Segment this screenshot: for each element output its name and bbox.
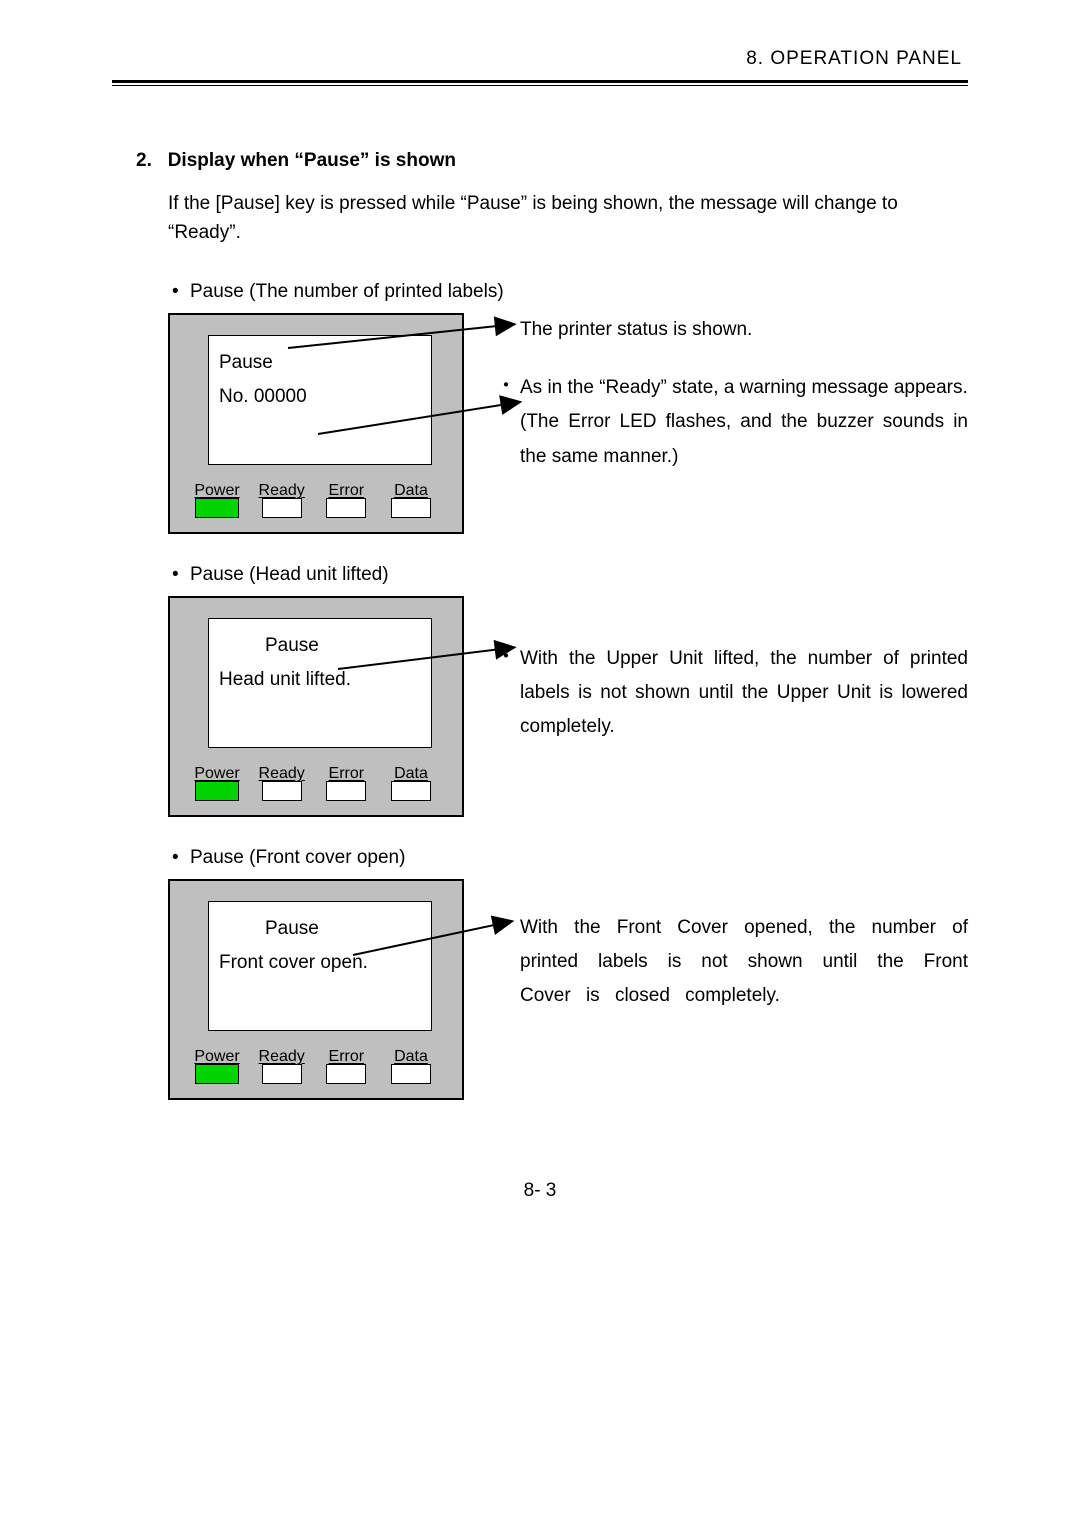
fig1-note2: As in the “Ready” state, a warning messa… xyxy=(520,371,968,474)
operation-panel-diagram: Pause Front cover open. Power Ready Erro… xyxy=(168,879,464,1100)
fig3-bullet: Pause (Front cover open) xyxy=(190,847,968,869)
led-error-lamp xyxy=(326,1064,366,1084)
lcd-line1: Pause xyxy=(265,914,421,944)
led-error-lamp xyxy=(326,781,366,801)
figure-block-2: Pause (Head unit lifted) Pause Head unit… xyxy=(112,564,968,817)
led-error: Error xyxy=(317,483,375,518)
note-bullet-icon: ・ xyxy=(496,909,506,1012)
lcd-line1: Pause xyxy=(265,631,421,661)
led-ready-lamp xyxy=(262,498,302,518)
section-title-text: Display when “Pause” is shown xyxy=(168,150,456,171)
led-error: Error xyxy=(317,766,375,801)
lcd-line2: No. 00000 xyxy=(219,382,421,412)
header-rule-thick xyxy=(112,80,968,83)
led-power-lamp xyxy=(195,498,239,518)
section-lead: If the [Pause] key is pressed while “Pau… xyxy=(112,190,968,247)
operation-panel-diagram: Pause Head unit lifted. Power Ready Erro… xyxy=(168,596,464,817)
fig3-notes: ・ With the Front Cover opened, the numbe… xyxy=(496,879,968,1038)
led-ready-lamp xyxy=(262,781,302,801)
led-data: Data xyxy=(382,766,440,801)
note-bullet-icon: ・ xyxy=(496,311,506,345)
page-footer: 8- 3 xyxy=(112,1180,968,1202)
led-power: Power xyxy=(188,483,246,518)
led-error-lamp xyxy=(326,498,366,518)
fig2-notes: ・ With the Upper Unit lifted, the number… xyxy=(496,596,968,769)
note-bullet-icon: ・ xyxy=(496,369,506,472)
lcd-line1: Pause xyxy=(219,348,421,378)
fig1-bullet: Pause (The number of printed labels) xyxy=(190,281,968,303)
page: 8. OPERATION PANEL 2. Display when “Paus… xyxy=(0,0,1080,1250)
fig2-bullet: Pause (Head unit lifted) xyxy=(190,564,968,586)
lcd-screen: Pause No. 00000 xyxy=(208,335,432,465)
led-data: Data xyxy=(382,1049,440,1084)
led-data: Data xyxy=(382,483,440,518)
section-heading: 2. Display when “Pause” is shown xyxy=(112,150,968,172)
fig2-note: With the Upper Unit lifted, the number o… xyxy=(520,642,968,745)
note-bullet-icon: ・ xyxy=(496,640,506,743)
led-data-lamp xyxy=(391,1064,431,1084)
operation-panel-diagram: Pause No. 00000 Power Ready Error Data xyxy=(168,313,464,534)
page-header: 8. OPERATION PANEL xyxy=(112,48,968,86)
led-ready: Ready xyxy=(253,766,311,801)
led-data-lamp xyxy=(391,781,431,801)
lcd-screen: Pause Head unit lifted. xyxy=(208,618,432,748)
led-power-lamp xyxy=(195,781,239,801)
chapter-label: 8. OPERATION PANEL xyxy=(112,48,968,76)
figure-block-1: Pause (The number of printed labels) Pau… xyxy=(112,281,968,534)
figure-block-3: Pause (Front cover open) Pause Front cov… xyxy=(112,847,968,1100)
lcd-line2: Head unit lifted. xyxy=(219,665,421,695)
led-ready: Ready xyxy=(253,1049,311,1084)
fig1-note1: The printer status is shown. xyxy=(520,313,968,347)
fig3-note: With the Front Cover opened, the number … xyxy=(520,911,968,1014)
led-power-lamp xyxy=(195,1064,239,1084)
led-power: Power xyxy=(188,766,246,801)
led-row: Power Ready Error Data xyxy=(182,766,450,805)
fig1-notes: ・ The printer status is shown. ・ As in t… xyxy=(496,313,968,498)
led-power: Power xyxy=(188,1049,246,1084)
led-error: Error xyxy=(317,1049,375,1084)
led-row: Power Ready Error Data xyxy=(182,483,450,522)
led-ready: Ready xyxy=(253,483,311,518)
fig3-device-wrap: Pause Front cover open. Power Ready Erro… xyxy=(168,879,464,1100)
section-number: 2. xyxy=(136,150,152,171)
fig1-device-wrap: Pause No. 00000 Power Ready Error Data xyxy=(168,313,464,534)
led-ready-lamp xyxy=(262,1064,302,1084)
fig2-device-wrap: Pause Head unit lifted. Power Ready Erro… xyxy=(168,596,464,817)
lcd-line2: Front cover open. xyxy=(219,948,421,978)
led-data-lamp xyxy=(391,498,431,518)
header-rule-thin xyxy=(112,85,968,86)
led-row: Power Ready Error Data xyxy=(182,1049,450,1088)
lcd-screen: Pause Front cover open. xyxy=(208,901,432,1031)
